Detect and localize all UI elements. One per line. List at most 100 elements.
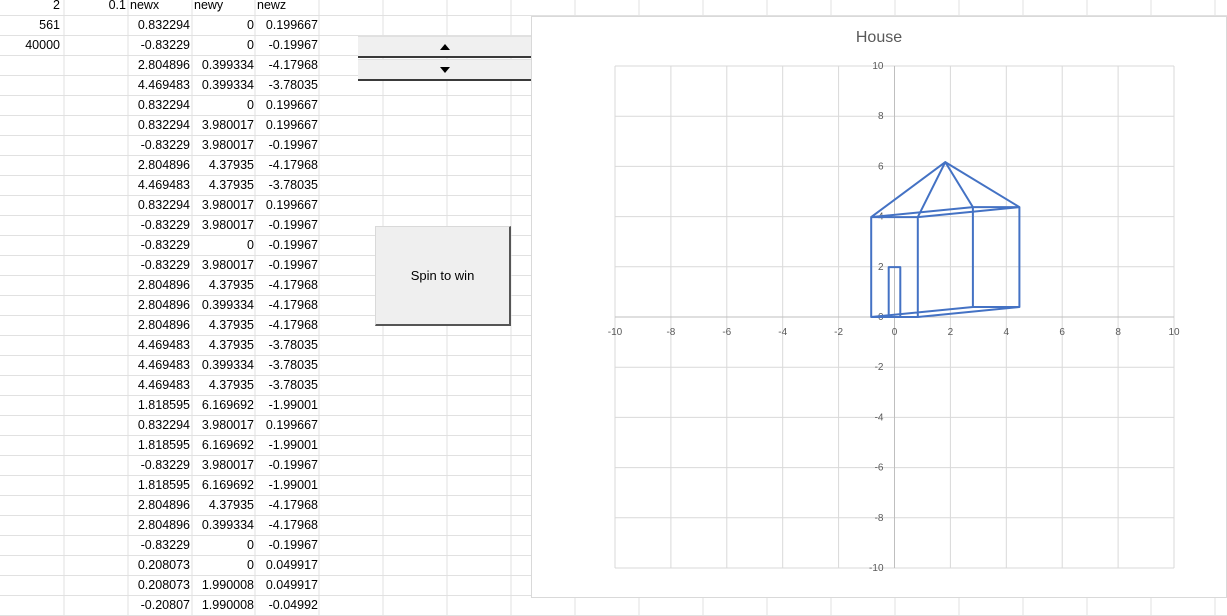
cell-newz[interactable]: -3.78035: [257, 175, 318, 195]
cell-newz[interactable]: -0.19967: [257, 455, 318, 475]
cell-newy[interactable]: 0: [194, 535, 254, 555]
cell-newx[interactable]: 2.804896: [130, 315, 190, 335]
cell-newx[interactable]: -0.83229: [130, 255, 190, 275]
cell-newy[interactable]: 3.980017: [194, 135, 254, 155]
cell-newz[interactable]: -0.19967: [257, 255, 318, 275]
cell-newz[interactable]: -4.17968: [257, 495, 318, 515]
cell-newy[interactable]: 4.37935: [194, 175, 254, 195]
cell-newy[interactable]: 4.37935: [194, 495, 254, 515]
cell-newy[interactable]: 0.399334: [194, 295, 254, 315]
cell-newx[interactable]: 1.818595: [130, 475, 190, 495]
cell-newz[interactable]: -1.99001: [257, 435, 318, 455]
cell-newz[interactable]: 0.199667: [257, 415, 318, 435]
column-header-newx[interactable]: newx: [130, 0, 190, 15]
cell-newz[interactable]: -4.17968: [257, 55, 318, 75]
cell-newy[interactable]: 3.980017: [194, 255, 254, 275]
cell-a2[interactable]: 561: [0, 15, 60, 35]
cell-newz[interactable]: -0.19967: [257, 35, 318, 55]
cell-newz[interactable]: 0.199667: [257, 95, 318, 115]
cell-newy[interactable]: 0.399334: [194, 75, 254, 95]
cell-newz[interactable]: -1.99001: [257, 475, 318, 495]
cell-newx[interactable]: -0.83229: [130, 215, 190, 235]
cell-newy[interactable]: 0.399334: [194, 515, 254, 535]
cell-newz[interactable]: 0.049917: [257, 575, 318, 595]
cell-newx[interactable]: 1.818595: [130, 435, 190, 455]
cell-newy[interactable]: 4.37935: [194, 315, 254, 335]
cell-newy[interactable]: 6.169692: [194, 435, 254, 455]
cell-a3[interactable]: 40000: [0, 35, 60, 55]
cell-newx[interactable]: 2.804896: [130, 495, 190, 515]
cell-newz[interactable]: -3.78035: [257, 75, 318, 95]
cell-newx[interactable]: 2.804896: [130, 155, 190, 175]
cell-newx[interactable]: 0.832294: [130, 195, 190, 215]
cell-a1[interactable]: 2: [0, 0, 60, 15]
cell-newx[interactable]: 4.469483: [130, 375, 190, 395]
cell-newx[interactable]: 1.818595: [130, 395, 190, 415]
cell-newz[interactable]: 0.199667: [257, 195, 318, 215]
spin-to-win-button[interactable]: Spin to win: [375, 226, 511, 326]
cell-newx[interactable]: 4.469483: [130, 355, 190, 375]
cell-newz[interactable]: -3.78035: [257, 335, 318, 355]
cell-newz[interactable]: -0.19967: [257, 535, 318, 555]
cell-newy[interactable]: 3.980017: [194, 215, 254, 235]
cell-newx[interactable]: -0.20807: [130, 595, 190, 615]
cell-newy[interactable]: 0: [194, 35, 254, 55]
cell-newy[interactable]: 0: [194, 15, 254, 35]
cell-newy[interactable]: 4.37935: [194, 375, 254, 395]
cell-newz[interactable]: -4.17968: [257, 275, 318, 295]
cell-newx[interactable]: 2.804896: [130, 275, 190, 295]
cell-newx[interactable]: 2.804896: [130, 515, 190, 535]
cell-newz[interactable]: -4.17968: [257, 155, 318, 175]
cell-newz[interactable]: -0.04992: [257, 595, 318, 615]
cell-newx[interactable]: 4.469483: [130, 335, 190, 355]
cell-newy[interactable]: 4.37935: [194, 275, 254, 295]
cell-newx[interactable]: -0.83229: [130, 35, 190, 55]
cell-newy[interactable]: 4.37935: [194, 155, 254, 175]
cell-newy[interactable]: 3.980017: [194, 115, 254, 135]
cell-newx[interactable]: -0.83229: [130, 135, 190, 155]
cell-newx[interactable]: -0.83229: [130, 235, 190, 255]
cell-newz[interactable]: -0.19967: [257, 235, 318, 255]
cell-newz[interactable]: -4.17968: [257, 295, 318, 315]
cell-newx[interactable]: 0.832294: [130, 115, 190, 135]
cell-newx[interactable]: 0.208073: [130, 555, 190, 575]
cell-newy[interactable]: 3.980017: [194, 455, 254, 475]
cell-newz[interactable]: -3.78035: [257, 355, 318, 375]
cell-newx[interactable]: 0.208073: [130, 575, 190, 595]
cell-newy[interactable]: 1.990008: [194, 595, 254, 615]
cell-newy[interactable]: 3.980017: [194, 195, 254, 215]
cell-newy[interactable]: 6.169692: [194, 395, 254, 415]
cell-newz[interactable]: 0.049917: [257, 555, 318, 575]
cell-newz[interactable]: 0.199667: [257, 115, 318, 135]
cell-newy[interactable]: 0.399334: [194, 55, 254, 75]
cell-newy[interactable]: 4.37935: [194, 335, 254, 355]
cell-newz[interactable]: 0.199667: [257, 15, 318, 35]
column-header-newy[interactable]: newy: [194, 0, 254, 15]
cell-newx[interactable]: 0.832294: [130, 15, 190, 35]
cell-newy[interactable]: 0: [194, 555, 254, 575]
cell-newz[interactable]: -0.19967: [257, 215, 318, 235]
cell-newy[interactable]: 1.990008: [194, 575, 254, 595]
cell-newx[interactable]: 0.832294: [130, 95, 190, 115]
cell-newz[interactable]: -3.78035: [257, 375, 318, 395]
cell-newx[interactable]: -0.83229: [130, 535, 190, 555]
column-header-newz[interactable]: newz: [257, 0, 317, 15]
spin-down-button[interactable]: [358, 59, 532, 81]
cell-newz[interactable]: -1.99001: [257, 395, 318, 415]
cell-newz[interactable]: -4.17968: [257, 315, 318, 335]
spin-up-button[interactable]: [358, 36, 532, 58]
cell-newx[interactable]: 4.469483: [130, 75, 190, 95]
cell-newx[interactable]: 2.804896: [130, 55, 190, 75]
cell-newy[interactable]: 3.980017: [194, 415, 254, 435]
cell-newx[interactable]: 0.832294: [130, 415, 190, 435]
cell-b1[interactable]: 0.1: [64, 0, 126, 15]
cell-newx[interactable]: -0.83229: [130, 455, 190, 475]
cell-newx[interactable]: 2.804896: [130, 295, 190, 315]
cell-newz[interactable]: -0.19967: [257, 135, 318, 155]
cell-newy[interactable]: 6.169692: [194, 475, 254, 495]
cell-newz[interactable]: -4.17968: [257, 515, 318, 535]
spin-button-control[interactable]: [358, 36, 532, 82]
cell-newy[interactable]: 0.399334: [194, 355, 254, 375]
house-chart[interactable]: House -10 -8 -6 -4 -2 0 2 4 6 8 10 10 8 6 4 2 0 -2 -4 -6 -8-…: [531, 16, 1227, 598]
cell-newy[interactable]: 0: [194, 95, 254, 115]
